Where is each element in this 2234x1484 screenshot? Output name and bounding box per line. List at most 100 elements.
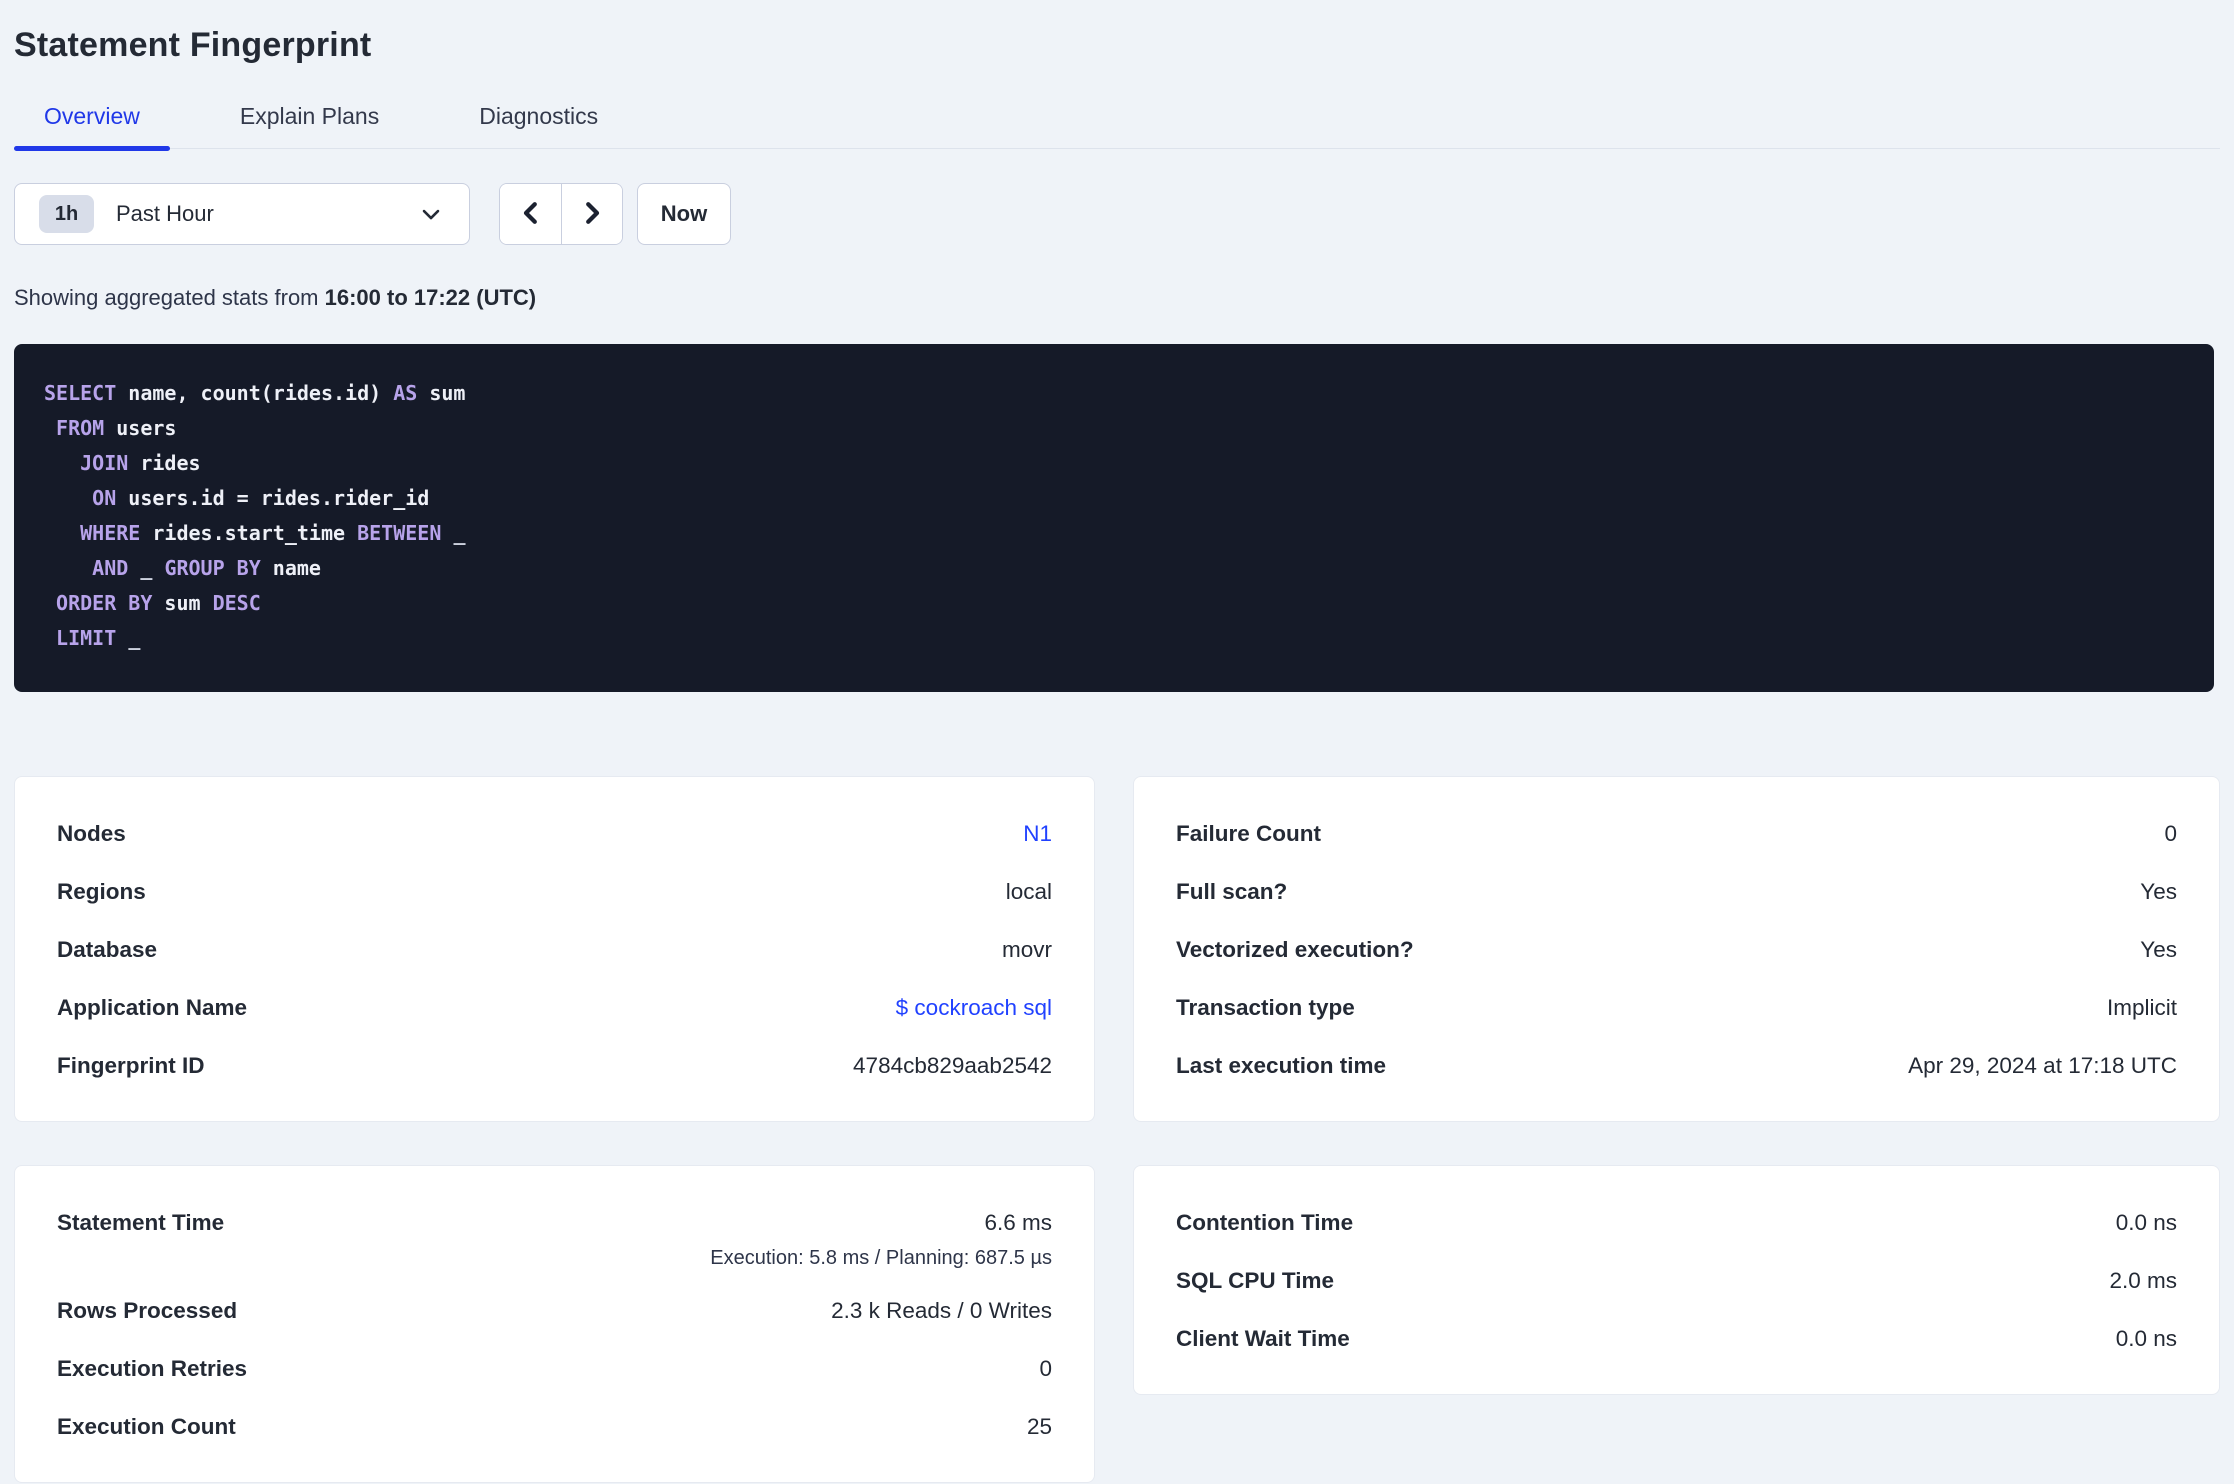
- sql-identifier: rides.start_time: [140, 521, 358, 545]
- row-label: Application Name: [57, 995, 248, 1020]
- page-title: Statement Fingerprint: [14, 26, 372, 64]
- sql-placeholder: _: [128, 626, 141, 650]
- sql-identifier: [44, 591, 56, 615]
- table-row: Nodes N1: [57, 817, 1052, 853]
- statement-details-card: Nodes N1 Regions local Database movr Applicati…: [14, 776, 1095, 1122]
- row-label: Transaction type: [1176, 995, 1355, 1020]
- row-value-wrap: Yes: [2140, 933, 2177, 969]
- sql-placeholder: _: [453, 521, 466, 545]
- aggregated-stats-caption: Showing aggregated stats from 16:00 to 1…: [14, 285, 2220, 311]
- sql-keyword: ORDER BY: [56, 591, 153, 615]
- time-range-label: Past Hour: [116, 201, 214, 226]
- sql-keyword: AND: [92, 556, 129, 580]
- table-row: Rows Processed 2.3 k Reads / 0 Writes: [57, 1294, 1052, 1330]
- time-range-dropdown[interactable]: 1h Past Hour: [14, 183, 470, 245]
- tab-overview[interactable]: Overview: [14, 103, 170, 151]
- resource-times-card: Contention Time 0.0 ns SQL CPU Time 2.0 ms C…: [1133, 1165, 2220, 1395]
- row-value: 2.0 ms: [2109, 1268, 2177, 1293]
- row-value-wrap: 2.3 k Reads / 0 Writes: [831, 1294, 1052, 1330]
- sql-line: FROM users: [44, 411, 2184, 446]
- table-row: Database movr: [57, 933, 1052, 969]
- row-label: Failure Count: [1176, 821, 1321, 846]
- sql-identifier: [128, 556, 140, 580]
- row-value-wrap: Implicit: [2107, 991, 2177, 1027]
- sql-line: ON users.id = rides.rider_id: [44, 481, 2184, 516]
- statement-times-card: Statement Time 6.6 ms Execution: 5.8 ms / …: [14, 1165, 1095, 1483]
- row-value-wrap: 0: [1039, 1352, 1052, 1388]
- sql-line: AND _ GROUP BY name: [44, 551, 2184, 586]
- stats-caption-prefix: Showing aggregated stats from: [14, 285, 325, 310]
- tab-diagnostics[interactable]: Diagnostics: [449, 103, 628, 148]
- table-row: Failure Count 0: [1176, 817, 2177, 853]
- sql-identifier: [44, 486, 92, 510]
- sql-identifier: [44, 521, 80, 545]
- sql-identifier: sum: [152, 591, 213, 615]
- row-value-wrap: 0.0 ns: [2116, 1206, 2177, 1242]
- row-value: 25: [1026, 1414, 1052, 1439]
- row-label: Execution Count: [57, 1414, 236, 1439]
- row-value-wrap: Apr 29, 2024 at 17:18 UTC: [1908, 1049, 2177, 1085]
- row-value: 0: [1039, 1356, 1052, 1381]
- sql-identifier: [116, 626, 128, 650]
- row-value: 2.3 k Reads / 0 Writes: [831, 1298, 1052, 1323]
- sql-keyword: ON: [92, 486, 117, 510]
- sql-line: JOIN rides: [44, 446, 2184, 481]
- row-value-link[interactable]: $ cockroach sql: [896, 995, 1052, 1020]
- row-value-wrap: 4784cb829aab2542: [853, 1049, 1052, 1085]
- row-value: local: [1005, 879, 1052, 904]
- table-row: Transaction type Implicit: [1176, 991, 2177, 1027]
- row-value: 0.0 ns: [2115, 1326, 2177, 1351]
- row-value: 0: [2164, 821, 2177, 846]
- table-row: Last execution time Apr 29, 2024 at 17:18…: [1176, 1049, 2177, 1085]
- row-label: Contention Time: [1176, 1210, 1354, 1235]
- sql-keyword: SELECT: [44, 381, 117, 405]
- table-row: Regions local: [57, 875, 1052, 911]
- sql-identifier: [44, 556, 92, 580]
- sql-keyword: JOIN: [80, 451, 129, 475]
- row-value-wrap: 0.0 ns: [2116, 1322, 2177, 1358]
- sql-identifier: [44, 416, 56, 440]
- row-value-wrap: 2.0 ms: [2109, 1264, 2177, 1300]
- table-row: Fingerprint ID 4784cb829aab2542: [57, 1049, 1052, 1085]
- sql-identifier: [152, 556, 164, 580]
- row-value: Implicit: [2106, 995, 2177, 1020]
- row-label: Full scan?: [1176, 879, 1288, 904]
- sql-identifier: users: [104, 416, 177, 440]
- row-label: Nodes: [57, 821, 126, 846]
- next-time-interval-button[interactable]: [561, 184, 622, 244]
- sql-identifier: [441, 521, 453, 545]
- row-value: movr: [1002, 937, 1052, 962]
- row-value-link[interactable]: N1: [1023, 821, 1052, 846]
- table-row: Vectorized execution? Yes: [1176, 933, 2177, 969]
- row-label: Database: [57, 937, 158, 962]
- chevron-down-icon: [417, 200, 445, 228]
- sql-placeholder: _: [140, 556, 153, 580]
- table-row: Contention Time 0.0 ns: [1176, 1206, 2177, 1242]
- sql-line: LIMIT _: [44, 621, 2184, 656]
- sql-identifier: name: [260, 556, 321, 580]
- row-value-wrap: N1: [1023, 817, 1052, 853]
- stats-caption-range: 16:00 to 17:22 (UTC): [324, 285, 537, 310]
- now-button[interactable]: Now: [637, 183, 731, 245]
- table-row: Application Name $ cockroach sql: [57, 991, 1052, 1027]
- row-value-wrap: 25: [1027, 1410, 1052, 1446]
- tab-explain-plans[interactable]: Explain Plans: [210, 103, 409, 148]
- row-value-wrap: movr: [1002, 933, 1052, 969]
- time-controls: 1h Past Hour Now: [14, 183, 2220, 245]
- sql-keyword: FROM: [56, 416, 105, 440]
- sql-keyword: WHERE: [80, 521, 141, 545]
- sql-line: SELECT name, count(rides.id) AS sum: [44, 376, 2184, 411]
- sql-keyword: LIMIT: [56, 626, 117, 650]
- statement-fingerprint-page: Statement Fingerprint Overview Explain Pl…: [0, 26, 2234, 1483]
- table-row: Full scan? Yes: [1176, 875, 2177, 911]
- sql-identifier: name, count(rides.id): [116, 381, 394, 405]
- row-label: Last execution time: [1176, 1053, 1387, 1078]
- previous-time-interval-button[interactable]: [500, 184, 561, 244]
- tab-bar: Overview Explain Plans Diagnostics: [14, 103, 2220, 151]
- chevron-left-icon: [516, 198, 546, 231]
- row-value: Yes: [2140, 879, 2177, 904]
- table-row: Execution Retries 0: [57, 1352, 1052, 1388]
- sql-identifier: sum: [417, 381, 466, 405]
- row-value: Apr 29, 2024 at 17:18 UTC: [1908, 1053, 2177, 1078]
- row-label: Rows Processed: [57, 1298, 238, 1323]
